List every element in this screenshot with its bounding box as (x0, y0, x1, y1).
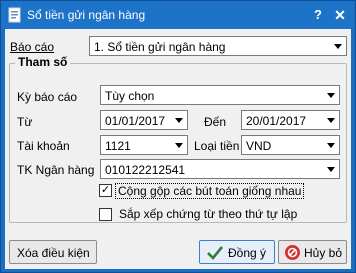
chevron-down-icon[interactable] (171, 111, 187, 129)
to-label: Đến (204, 115, 227, 129)
ok-label: Đồng ý (228, 246, 267, 260)
chevron-down-icon[interactable] (323, 136, 339, 154)
clear-conditions-label: Xóa điều kiện (17, 246, 90, 260)
window-title: Sổ tiền gửi ngân hàng (27, 8, 146, 22)
dialog-window: Sổ tiền gửi ngân hàng ? ✕ Báo cáo 1. Sổ … (0, 0, 356, 273)
period-select-value: Tùy chọn (105, 89, 155, 103)
period-select[interactable]: Tùy chọn (100, 85, 340, 105)
report-select[interactable]: 1. Sổ tiền gửi ngân hàng (89, 36, 347, 56)
merge-checkbox[interactable]: ✓ (99, 184, 112, 197)
title-bar[interactable]: Sổ tiền gửi ngân hàng ? ✕ (1, 1, 355, 29)
help-button[interactable]: ? (309, 6, 327, 24)
report-label: Báo cáo (10, 40, 54, 54)
from-label: Từ (17, 115, 33, 129)
chevron-down-icon[interactable] (323, 86, 339, 104)
chevron-down-icon[interactable] (330, 37, 346, 55)
chevron-down-icon[interactable] (323, 111, 339, 129)
account-select-value: 1121 (105, 139, 131, 153)
cancel-label: Hủy bỏ (304, 246, 343, 260)
checkmark-icon (206, 244, 224, 265)
merge-checkbox-label[interactable]: Cộng gộp các bút toán giống nhau (115, 183, 305, 199)
account-select[interactable]: 1121 (100, 135, 188, 155)
chevron-down-icon[interactable] (171, 136, 187, 154)
ok-button[interactable]: Đồng ý (199, 240, 275, 264)
currency-label: Loại tiền (194, 139, 240, 153)
sort-checkbox[interactable] (99, 208, 112, 221)
dialog-body: Báo cáo 1. Sổ tiền gửi ngân hàng Tham số… (5, 29, 351, 269)
to-date-field[interactable]: 20/01/2017 (241, 110, 340, 130)
bank-account-select[interactable]: 010122212541 (100, 159, 340, 179)
cancel-button[interactable]: Hủy bỏ (278, 240, 347, 264)
currency-select-value: VND (246, 139, 272, 153)
from-date-field[interactable]: 01/01/2017 (100, 110, 188, 130)
report-label-text: Báo cáo (10, 40, 55, 54)
report-icon (7, 7, 23, 23)
bank-account-label: TK Ngân hàng (17, 163, 95, 177)
cancel-icon (284, 244, 301, 264)
chevron-down-icon[interactable] (323, 160, 339, 178)
params-legend: Tham số (15, 55, 71, 69)
from-date-value: 01/01/2017 (105, 114, 166, 128)
account-label: Tài khoản (17, 139, 70, 153)
period-label: Kỳ báo cáo (17, 90, 78, 104)
report-select-value: 1. Sổ tiền gửi ngân hàng (94, 40, 226, 54)
currency-select[interactable]: VND (241, 135, 340, 155)
clear-conditions-button[interactable]: Xóa điều kiện (9, 240, 97, 264)
sort-checkbox-label[interactable]: Sắp xếp chứng từ theo thứ tự lập (119, 207, 297, 221)
to-date-value: 20/01/2017 (246, 114, 307, 128)
close-button[interactable]: ✕ (331, 6, 349, 24)
bank-account-select-value: 010122212541 (105, 163, 186, 177)
